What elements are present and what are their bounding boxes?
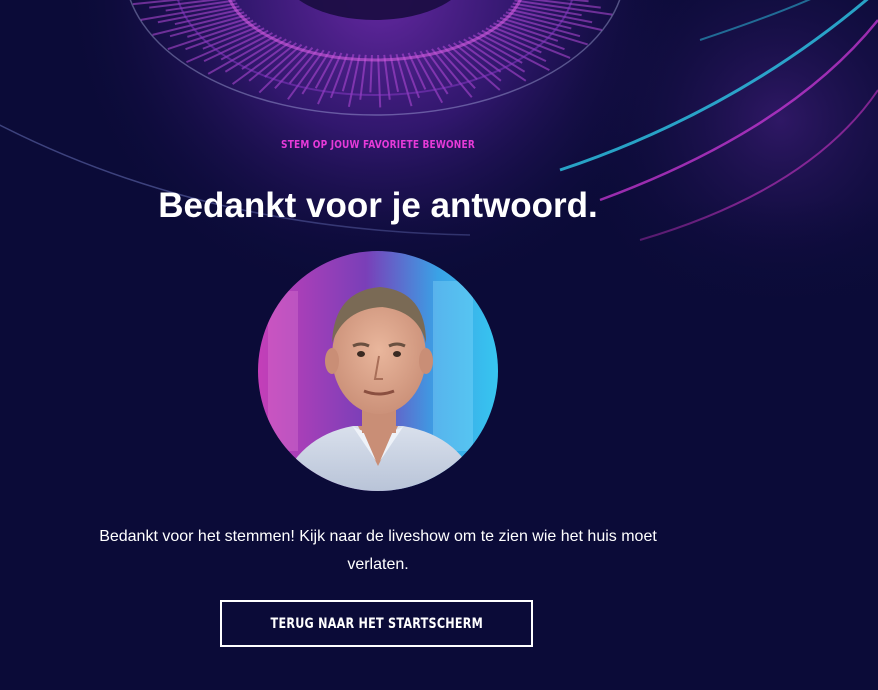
back-to-start-label: TERUG NAAR HET STARTSCHERM [270,615,483,632]
vote-confirmation-page: STEM OP JOUW FAVORIETE BEWONER Bedankt v… [0,0,878,690]
page-title: Bedankt voor je antwoord. [158,186,598,225]
contestant-avatar [258,251,498,491]
contestant-portrait-icon [258,251,498,491]
back-to-start-button[interactable]: TERUG NAAR HET STARTSCHERM [220,600,533,647]
vote-thanks-message: Bedankt voor het stemmen! Kijk naar de l… [99,528,657,573]
vote-kicker-label: STEM OP JOUW FAVORIETE BEWONER [281,138,475,151]
